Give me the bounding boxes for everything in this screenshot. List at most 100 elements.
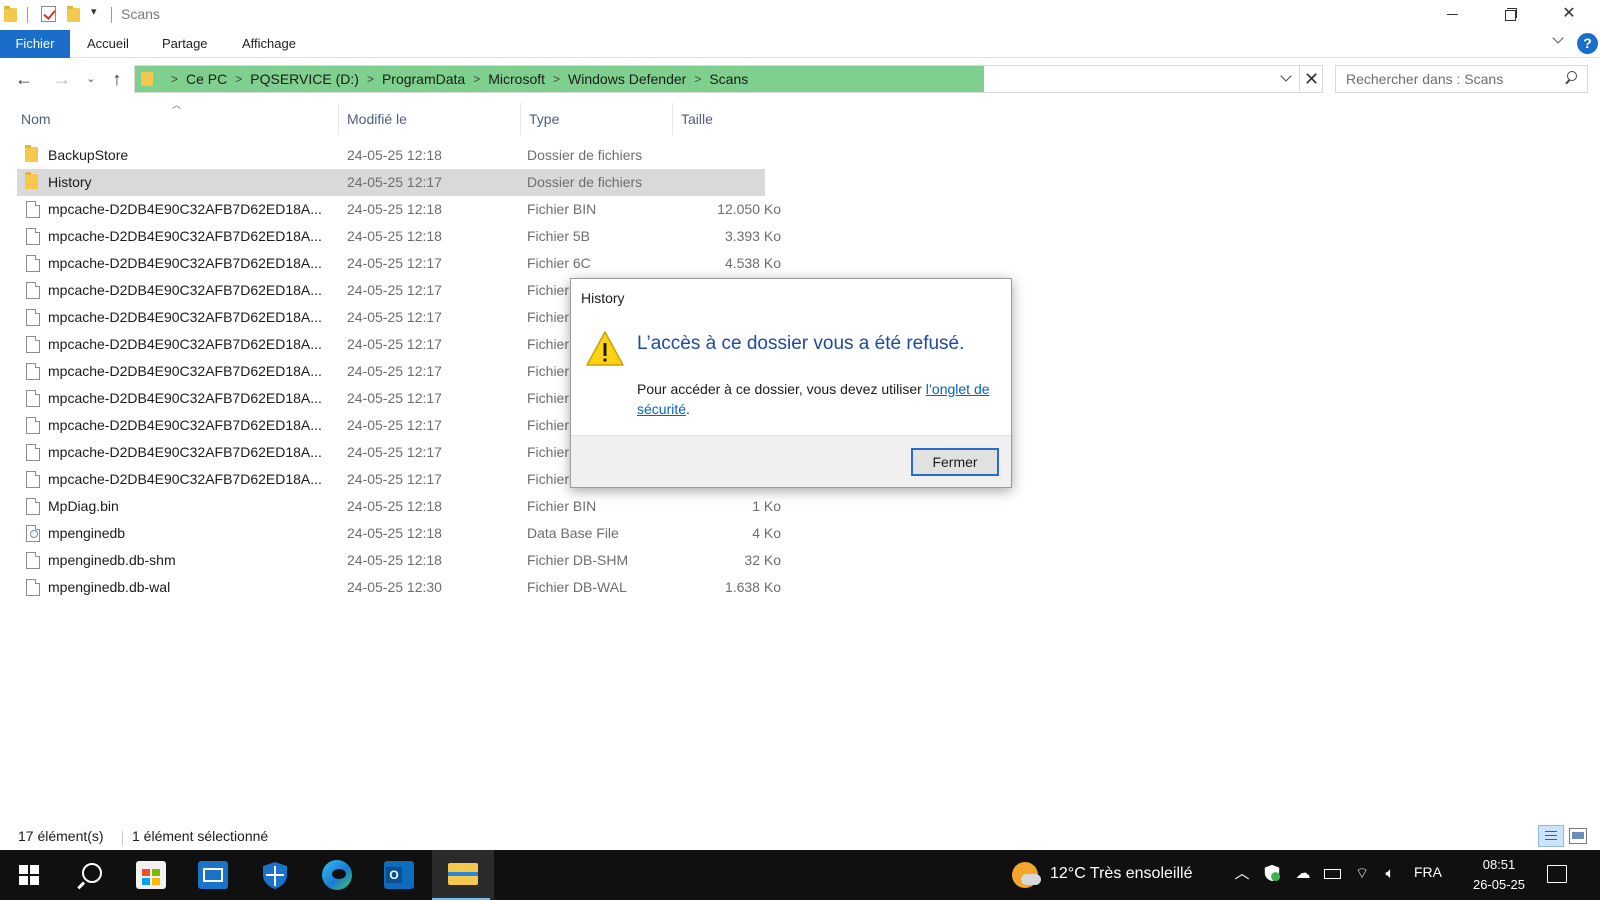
file-type: Dossier de fichiers — [527, 147, 643, 163]
list-item[interactable]: mpcache-D2DB4E90C32AFB7D62ED18A... 24-05-… — [17, 196, 781, 223]
close-dialog-button[interactable]: Fermer — [911, 448, 999, 476]
chevron-right-icon[interactable]: > — [473, 72, 480, 86]
list-item[interactable]: BackupStore 24-05-25 12:18 Dossier de fich… — [17, 142, 765, 169]
file-icon — [26, 417, 40, 434]
breadcrumb-scans[interactable]: Scans — [709, 71, 748, 87]
chevron-right-icon[interactable]: > — [171, 72, 178, 86]
file-size: 32 Ko — [744, 552, 781, 568]
mail-icon[interactable] — [184, 850, 242, 900]
file-type: Fichier BIN — [527, 498, 597, 514]
edge-browser-icon[interactable] — [308, 850, 366, 900]
minimize-button[interactable] — [1424, 0, 1482, 30]
weather-sun-cloud-icon[interactable] — [1012, 862, 1041, 888]
file-modified: 24-05-25 12:18 — [347, 201, 442, 217]
list-item[interactable]: mpenginedb 24-05-25 12:18 Data Base File 4 … — [17, 520, 781, 547]
windows-security-icon[interactable] — [246, 850, 304, 900]
breadcrumb-programdata[interactable]: ProgramData — [382, 71, 465, 87]
warning-icon — [586, 331, 624, 366]
breadcrumb-pqservice[interactable]: PQSERVICE (D:) — [250, 71, 359, 87]
search-input[interactable] — [1336, 66, 1558, 92]
properties-icon[interactable] — [41, 6, 56, 22]
list-item[interactable]: mpcache-D2DB4E90C32AFB7D62ED18A... 24-05-… — [17, 250, 781, 277]
list-item[interactable]: mpenginedb.db-wal 24-05-25 12:30 Fichier D… — [17, 574, 781, 601]
close-icon[interactable]: ✕ — [1299, 66, 1323, 92]
weather-text[interactable]: 12°C Très ensoleillé — [1050, 865, 1192, 883]
breadcrumb-microsoft[interactable]: Microsoft — [488, 71, 545, 87]
volume-icon[interactable]: 🔈︎ — [1380, 864, 1400, 884]
file-modified: 24-05-25 12:17 — [347, 390, 442, 406]
file-name: mpcache-D2DB4E90C32AFB7D62ED18A... — [48, 363, 322, 379]
file-icon — [26, 579, 40, 596]
microsoft-store-icon[interactable] — [122, 850, 180, 900]
file-icon — [26, 228, 40, 245]
column-header-size[interactable]: Taille — [672, 103, 772, 135]
address-history-chevron-icon[interactable] — [1275, 68, 1297, 90]
outlook-icon[interactable]: O — [370, 850, 428, 900]
file-icon — [26, 255, 40, 272]
column-header-type[interactable]: Type — [520, 103, 672, 135]
forward-arrow-icon[interactable]: → — [50, 67, 74, 91]
column-header-name[interactable]: Nom — [13, 103, 338, 135]
chevron-right-icon[interactable]: > — [553, 72, 560, 86]
breadcrumb-ce-pc[interactable]: Ce PC — [186, 71, 227, 87]
file-modified: 24-05-25 12:17 — [347, 471, 442, 487]
quick-access-dropdown-icon[interactable]: ▾ — [91, 5, 97, 18]
chevron-right-icon[interactable]: > — [367, 72, 374, 86]
breadcrumb-windows-defender[interactable]: Windows Defender — [568, 71, 686, 87]
file-type: Fichier DB-WAL — [527, 579, 627, 595]
windows-start-icon[interactable] — [0, 850, 58, 900]
status-separator — [122, 831, 123, 845]
search-box[interactable] — [1335, 65, 1588, 93]
clock-date: 26-05-25 — [1472, 877, 1526, 892]
list-item[interactable]: mpenginedb.db-shm 24-05-25 12:18 Fichier D… — [17, 547, 781, 574]
new-folder-icon[interactable] — [67, 6, 80, 22]
file-size: 1.638 Ko — [724, 579, 781, 595]
file-explorer-icon[interactable] — [432, 850, 494, 900]
close-window-button[interactable]: ✕ — [1540, 0, 1598, 30]
file-name: mpenginedb — [48, 525, 126, 541]
tab-accueil[interactable]: Accueil — [87, 30, 129, 58]
notification-center-icon[interactable] — [1547, 865, 1567, 883]
large-icons-view-icon[interactable] — [1569, 828, 1587, 844]
file-name: mpcache-D2DB4E90C32AFB7D62ED18A... — [48, 255, 322, 271]
list-item[interactable]: mpcache-D2DB4E90C32AFB7D62ED18A... 24-05-… — [17, 223, 781, 250]
restore-button[interactable] — [1482, 0, 1540, 30]
column-header-modified[interactable]: Modifié le — [338, 103, 520, 135]
column-headers: ︿ Nom Modifié le Type Taille — [0, 100, 780, 135]
file-modified: 24-05-25 12:17 — [347, 363, 442, 379]
input-language[interactable]: FRA — [1414, 864, 1442, 880]
file-icon — [26, 282, 40, 299]
search-icon[interactable] — [62, 850, 120, 900]
file-icon — [26, 444, 40, 461]
file-name: mpcache-D2DB4E90C32AFB7D62ED18A... — [48, 471, 322, 487]
file-name: mpcache-D2DB4E90C32AFB7D62ED18A... — [48, 201, 322, 217]
file-modified: 24-05-25 12:18 — [347, 552, 442, 568]
defender-shield-icon[interactable] — [1262, 864, 1282, 884]
battery-icon[interactable] — [1323, 864, 1343, 884]
clock[interactable]: 08:51 26-05-25 — [1464, 855, 1534, 895]
tab-affichage[interactable]: Affichage — [242, 30, 296, 58]
window-title: Scans — [121, 6, 160, 22]
tab-partage[interactable]: Partage — [162, 30, 208, 58]
search-icon[interactable] — [1564, 71, 1578, 85]
help-icon[interactable]: ? — [1577, 33, 1598, 54]
tab-fichier[interactable]: Fichier — [0, 30, 70, 58]
expand-ribbon-icon[interactable] — [1552, 34, 1564, 46]
wifi-icon[interactable]: ⌔ — [1352, 864, 1372, 884]
onedrive-cloud-icon[interactable]: ☁ — [1293, 864, 1313, 884]
list-item[interactable]: History 24-05-25 12:17 Dossier de fichiers — [17, 169, 765, 196]
up-arrow-icon[interactable]: ↑ — [106, 67, 128, 91]
list-item[interactable]: MpDiag.bin 24-05-25 12:18 Fichier BIN 1 Ko — [17, 493, 781, 520]
recent-locations-chevron-icon[interactable]: ⌄ — [84, 67, 98, 91]
chevron-right-icon[interactable]: > — [235, 72, 242, 86]
show-hidden-icons-chevron-icon[interactable]: ︿ — [1232, 864, 1252, 884]
file-name: mpcache-D2DB4E90C32AFB7D62ED18A... — [48, 417, 322, 433]
file-name: MpDiag.bin — [48, 498, 119, 514]
address-bar[interactable]: > Ce PC > PQSERVICE (D:) > ProgramData >… — [134, 65, 1323, 93]
back-arrow-icon[interactable]: ← — [12, 67, 36, 91]
details-view-icon[interactable] — [1538, 825, 1564, 847]
folder-icon — [4, 6, 17, 22]
file-modified: 24-05-25 12:17 — [347, 309, 442, 325]
folder-icon — [141, 72, 153, 86]
chevron-right-icon[interactable]: > — [694, 72, 701, 86]
